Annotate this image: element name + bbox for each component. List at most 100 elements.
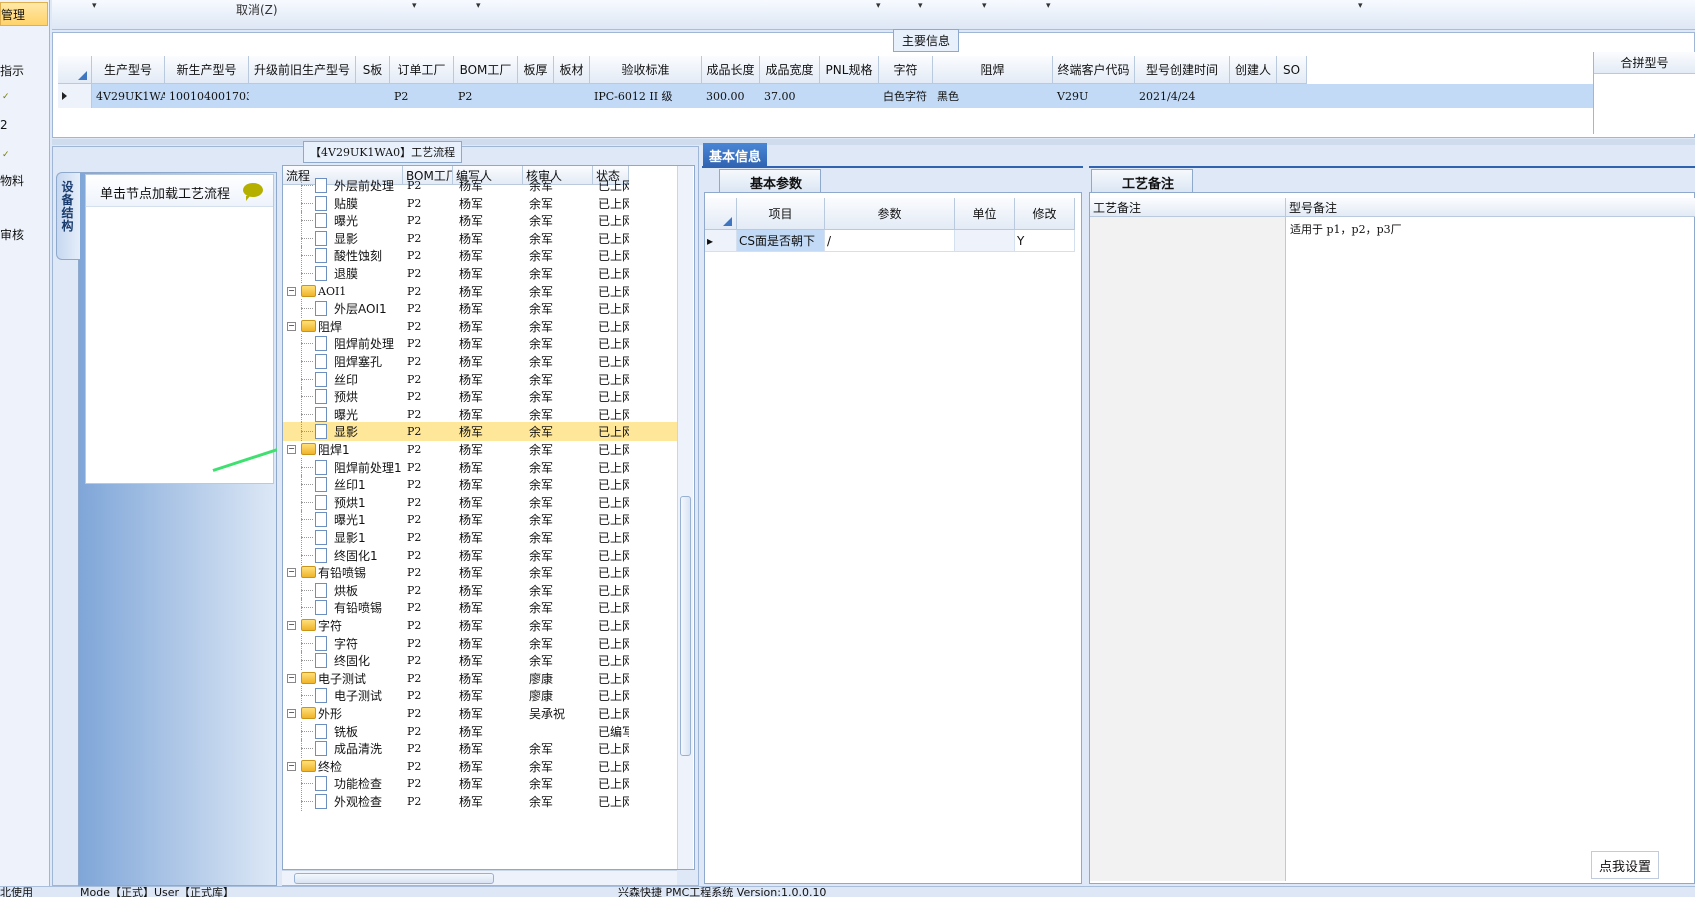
tree-cell-writer[interactable]: 杨军	[459, 246, 523, 265]
merge-model-header[interactable]: 合拼型号	[1594, 52, 1695, 74]
column-header[interactable]: 阻焊	[933, 56, 1053, 84]
tree-cell-status[interactable]: 已上网	[598, 264, 629, 283]
tree-row[interactable]: − 有铅喷锡P2 杨军余军已上网	[283, 563, 678, 582]
collapse-icon[interactable]: −	[287, 322, 296, 331]
grid-cell[interactable]	[820, 84, 879, 108]
tree-node-label[interactable]: 电子测试	[334, 686, 403, 705]
collapse-icon[interactable]: −	[287, 445, 296, 454]
column-header-unit[interactable]: 单位	[955, 198, 1015, 230]
tree-node-label[interactable]: 终固化	[334, 651, 403, 670]
tree-cell-status[interactable]: 已上网	[598, 774, 629, 793]
tree-cell-reviewer[interactable]: 余军	[529, 651, 593, 670]
tree-cell-bom[interactable]: P2	[407, 651, 453, 670]
tree-cell-reviewer[interactable]: 余军	[529, 440, 593, 459]
tree-row[interactable]: 成品清洗P2 杨军余军已上网	[283, 739, 678, 758]
tree-cell-status[interactable]: 已上网	[598, 792, 629, 811]
grid-cell[interactable]	[356, 84, 390, 108]
tree-cell-reviewer[interactable]: 余军	[529, 176, 593, 195]
tab-device-structure[interactable]: 设备结构	[56, 172, 80, 260]
tree-horizontal-scrollbar[interactable]	[282, 870, 677, 885]
column-header[interactable]: 生产型号	[92, 56, 165, 84]
tree-cell-status[interactable]: 已上网	[598, 704, 629, 723]
tree-cell-bom[interactable]: P2	[407, 774, 453, 793]
tree-cell-writer[interactable]: 杨军	[459, 616, 523, 635]
tree-cell-reviewer[interactable]: 余军	[529, 264, 593, 283]
column-header[interactable]: 新生产型号	[165, 56, 249, 84]
tree-cell-reviewer[interactable]: 余军	[529, 598, 593, 617]
collapse-icon[interactable]: −	[287, 621, 296, 630]
grid-cell[interactable]: 2021/4/24	[1135, 84, 1230, 108]
nav-item-3[interactable]: 物料	[0, 172, 24, 189]
grid-cell[interactable]: IPC-6012 II 级	[590, 84, 702, 108]
column-header[interactable]: 板厚	[518, 56, 554, 84]
tree-node-label[interactable]: 外形	[318, 704, 403, 723]
tree-node-label[interactable]: 有铅喷锡	[334, 598, 403, 617]
tree-cell-status[interactable]: 已上网	[598, 563, 629, 582]
grid-cell[interactable]: V29U	[1053, 84, 1135, 108]
tree-cell-writer[interactable]: 杨军	[459, 739, 523, 758]
tree-cell-bom[interactable]: P2	[407, 739, 453, 758]
cancel-button[interactable]: 取消(Z)	[236, 1, 278, 18]
tree-cell-bom[interactable]: P2	[407, 422, 453, 441]
tree-row[interactable]: 曝光P2 杨军余军已上网	[283, 211, 678, 230]
tree-row[interactable]: 曝光1P2 杨军余军已上网	[283, 510, 678, 529]
column-header[interactable]: BOM工厂	[454, 56, 518, 84]
tree-row[interactable]: 电子测试P2 杨军廖康已上网	[283, 686, 678, 705]
grid-cell[interactable]: 4V29UK1WA0	[92, 84, 165, 108]
tree-cell-bom[interactable]: P2	[407, 299, 453, 318]
tree-cell-bom[interactable]: P2	[407, 792, 453, 811]
tree-cell-reviewer[interactable]: 余军	[529, 387, 593, 406]
grid-cell[interactable]: 10010400170352	[165, 84, 249, 108]
tree-cell-bom[interactable]: P2	[407, 334, 453, 353]
tree-cell-bom[interactable]: P2	[407, 475, 453, 494]
column-header[interactable]: 验收标准	[590, 56, 702, 84]
tree-cell-bom[interactable]: P2	[407, 352, 453, 371]
tree-row[interactable]: 退膜P2 杨军余军已上网	[283, 264, 678, 283]
grid-cell[interactable]	[249, 84, 356, 108]
model-note-text[interactable]: 适用于 p1，p2，p3厂	[1290, 221, 1402, 237]
tab-process-notes[interactable]: 工艺备注	[1091, 169, 1194, 192]
tree-cell-writer[interactable]: 杨军	[459, 774, 523, 793]
tree-cell-reviewer[interactable]: 余军	[529, 334, 593, 353]
tree-cell-bom[interactable]: P2	[407, 440, 453, 459]
grid-cell[interactable]: 300.00	[702, 84, 760, 108]
tree-cell-status[interactable]: 已上网	[598, 299, 629, 318]
tree-node-label[interactable]: 阻焊前处理	[334, 334, 403, 353]
tree-node-label[interactable]: 显影1	[334, 528, 403, 547]
tree-row[interactable]: − 外形P2 杨军吴承祝已上网	[283, 704, 678, 723]
tree-row-selected[interactable]: 显影P2 杨军余军已上网	[283, 422, 678, 441]
param-cell-value[interactable]: /	[825, 230, 955, 252]
row-pointer-icon[interactable]: ▸	[705, 230, 737, 252]
tree-cell-status[interactable]: 已上网	[598, 422, 629, 441]
tree-node-label[interactable]: 曝光1	[334, 510, 403, 529]
param-cell-modify[interactable]: Y	[1015, 230, 1075, 252]
scroll-thumb[interactable]	[294, 873, 494, 884]
process-note-column[interactable]	[1090, 217, 1286, 881]
hint-header[interactable]: 单击节点加载工艺流程	[86, 175, 273, 207]
grid-cell[interactable]: P2	[454, 84, 518, 108]
tree-cell-bom[interactable]: P2	[407, 598, 453, 617]
tree-cell-reviewer[interactable]: 余军	[529, 352, 593, 371]
tree-cell-bom[interactable]: P2	[407, 616, 453, 635]
column-header[interactable]: 订单工厂	[390, 56, 454, 84]
column-header[interactable]: 成品宽度	[760, 56, 820, 84]
column-header-modify[interactable]: 修改	[1015, 198, 1075, 230]
tree-row[interactable]: 功能检查P2 杨军余军已上网	[283, 774, 678, 793]
tree-cell-writer[interactable]: 杨军	[459, 176, 523, 195]
tree-cell-status[interactable]: 已上网	[598, 176, 629, 195]
tree-row[interactable]: 阻焊前处理P2 杨军余军已上网	[283, 334, 678, 353]
tree-cell-writer[interactable]: 杨军	[459, 387, 523, 406]
grid-cell[interactable]: 黑色	[933, 84, 1053, 108]
tree-cell-bom[interactable]: P2	[407, 387, 453, 406]
nav-item-2[interactable]: 2	[0, 118, 8, 132]
tree-cell-reviewer[interactable]: 廖康	[529, 686, 593, 705]
dropdown-arrow-icon[interactable]: ▾	[918, 1, 923, 11]
dropdown-arrow-icon[interactable]: ▾	[1358, 1, 1363, 11]
nav-item-4[interactable]: 审核	[0, 226, 24, 243]
param-cell-unit[interactable]	[955, 230, 1015, 252]
grid-corner[interactable]	[58, 56, 92, 84]
tree-cell-reviewer[interactable]: 余军	[529, 616, 593, 635]
collapse-icon[interactable]: −	[287, 709, 296, 718]
tree-node-label[interactable]: 酸性蚀刻	[334, 246, 403, 265]
tree-row[interactable]: 外层AOI1P2 杨军余军已上网	[283, 299, 678, 318]
